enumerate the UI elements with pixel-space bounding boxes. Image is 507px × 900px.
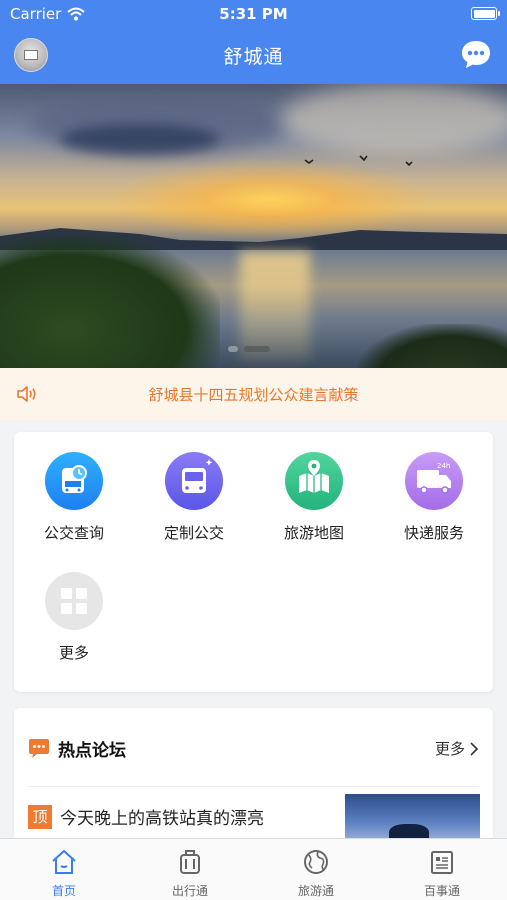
birds (304, 155, 413, 167)
tab-label: 旅游通 (297, 884, 334, 898)
forum-post-title[interactable]: 今天晚上的高铁站真的漂亮 (60, 804, 264, 829)
tab-label: 出行通 (171, 884, 208, 898)
globe-icon (304, 850, 328, 874)
bus-clock-icon (45, 452, 103, 510)
forum-post[interactable]: 顶 今天晚上的高铁站真的漂亮 (28, 804, 264, 829)
tab-home[interactable]: 首页 (1, 847, 127, 899)
tab-travel[interactable]: 出行通 (127, 847, 253, 899)
service-custom-bus[interactable]: 定制公交 (134, 452, 254, 543)
notice-text[interactable]: 舒城县十四五规划公众建言献策 (0, 384, 507, 405)
forum-header: 热点论坛 (28, 736, 126, 761)
service-delivery[interactable]: 24h 快递服务 (374, 452, 494, 543)
service-label: 更多 (58, 644, 89, 662)
luggage-icon (180, 850, 200, 874)
pinned-badge: 顶 (28, 804, 52, 829)
tab-label: 百事通 (423, 884, 460, 898)
service-bus-query[interactable]: 公交查询 (14, 452, 134, 543)
grid-more-icon (45, 572, 103, 630)
news-icon (431, 851, 453, 874)
service-travel-map[interactable]: 旅游地图 (254, 452, 374, 543)
page-title: 舒城通 (223, 46, 284, 68)
forum-more-link[interactable]: 更多 (435, 738, 479, 759)
chevron-right-icon (470, 741, 479, 756)
status-bar: Carrier 5:31 PM (0, 0, 507, 28)
forum-chat-icon (29, 738, 49, 758)
carousel-dot[interactable] (228, 346, 238, 352)
service-label: 定制公交 (163, 524, 224, 542)
tab-label: 首页 (51, 884, 76, 898)
tab-bar: 首页 出行通 旅游通 百事通 (0, 838, 507, 900)
svg-text:24h: 24h (437, 462, 450, 470)
service-label: 快递服务 (403, 524, 464, 542)
battery-icon (471, 7, 500, 20)
forum-more-label: 更多 (434, 740, 465, 758)
travel-map-icon (285, 452, 343, 510)
notice-bar[interactable]: 舒城县十四五规划公众建言献策 (0, 368, 507, 420)
tab-services[interactable]: 百事通 (379, 847, 505, 899)
nav-bar: 舒城通 (0, 30, 507, 80)
top-bar: Carrier 5:31 PM 舒城通 (0, 0, 507, 84)
divider (28, 786, 479, 787)
service-more[interactable]: 更多 (14, 572, 134, 663)
banner-carousel[interactable] (0, 84, 507, 368)
service-label: 公交查询 (43, 524, 104, 542)
service-grid: 公交查询 定制公交 旅游地图 24h 快递服务 更多 (14, 432, 493, 692)
home-icon (52, 850, 76, 874)
carousel-dot-active[interactable] (244, 346, 270, 352)
tab-tourism[interactable]: 旅游通 (253, 847, 379, 899)
forum-title: 热点论坛 (58, 741, 126, 761)
chat-icon[interactable] (459, 37, 493, 71)
carousel-indicator (228, 346, 270, 352)
service-label: 旅游地图 (283, 524, 344, 542)
delivery-truck-icon: 24h (405, 452, 463, 510)
custom-bus-icon (165, 452, 223, 510)
status-time: 5:31 PM (219, 5, 288, 23)
